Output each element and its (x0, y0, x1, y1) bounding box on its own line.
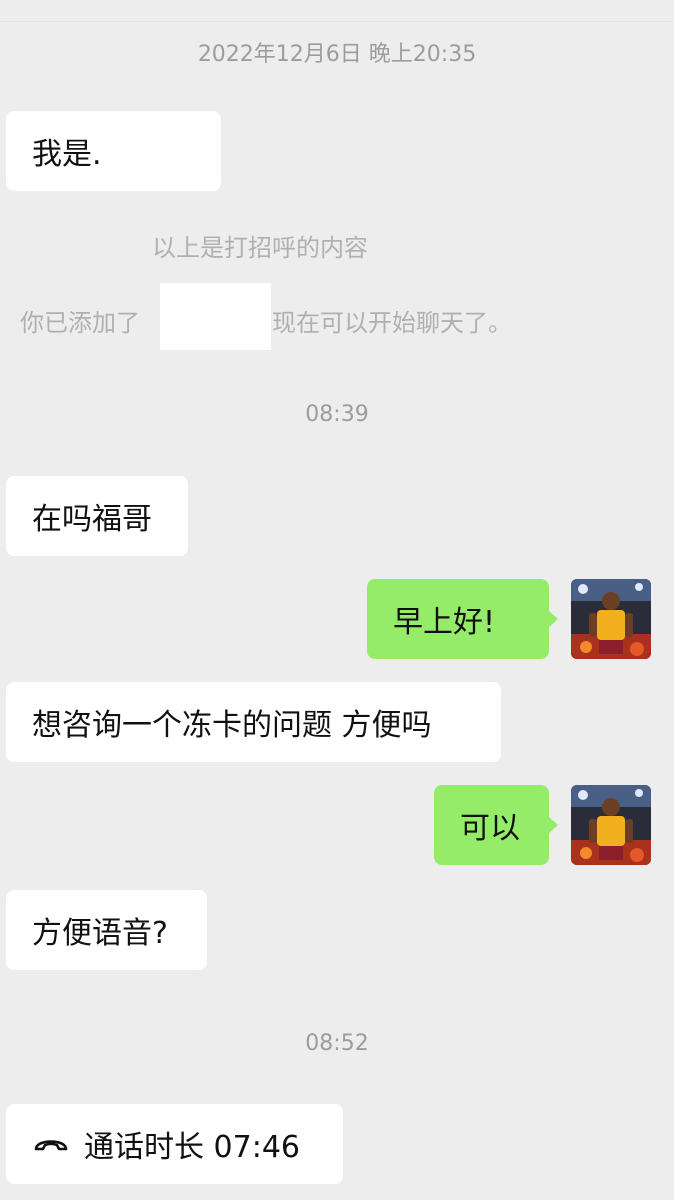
message-bubble-outgoing[interactable]: 可以 (434, 785, 558, 865)
call-record-bubble[interactable]: 通话时长 07:46 (6, 1104, 343, 1184)
top-divider (0, 21, 674, 22)
avatar-image (571, 579, 651, 659)
phone-hangup-icon (32, 1134, 70, 1154)
message-text: 方便语音? (32, 916, 168, 951)
timestamp-morning: 08:39 (305, 402, 369, 427)
greeting-note: 以上是打招呼的内容 (152, 234, 368, 262)
message-bubble-incoming[interactable]: 方便语音? (6, 890, 207, 970)
message-bubble-incoming[interactable]: 想咨询一个冻卡的问题 方便吗 (6, 682, 501, 762)
added-contact-prefix: 你已添加了 (20, 309, 140, 337)
message-text: 可以 (460, 811, 520, 846)
message-text: 早上好! (393, 605, 496, 640)
added-contact-suffix: 现在可以开始聊天了。 (272, 309, 512, 337)
message-text: 我是. (32, 137, 102, 172)
message-text: 想咨询一个冻卡的问题 方便吗 (32, 708, 432, 743)
redacted-name (160, 283, 271, 350)
message-bubble-incoming[interactable]: 在吗福哥 (6, 476, 188, 556)
avatar[interactable] (571, 785, 651, 865)
message-text: 在吗福哥 (32, 502, 152, 537)
message-bubble-incoming[interactable]: 我是. (6, 111, 221, 191)
timestamp-call: 08:52 (305, 1031, 369, 1056)
avatar[interactable] (571, 579, 651, 659)
message-bubble-outgoing[interactable]: 早上好! (367, 579, 558, 659)
avatar-image (571, 785, 651, 865)
timestamp-date: 2022年12月6日 晚上20:35 (197, 42, 477, 67)
call-duration-text: 通话时长 07:46 (84, 1130, 300, 1165)
